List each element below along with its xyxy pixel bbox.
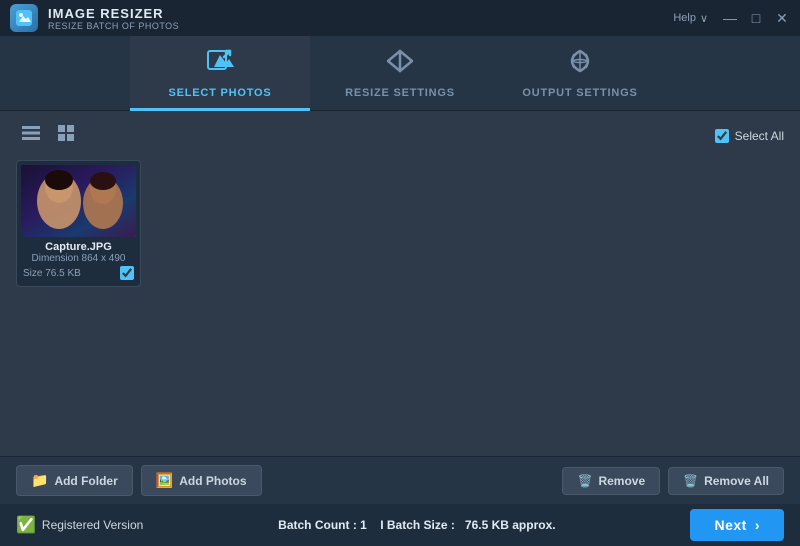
photo-size: Size 76.5 KB xyxy=(23,268,120,279)
photo-thumbnail: HINDI SONGS xyxy=(21,165,136,237)
help-button[interactable]: Help ∨ xyxy=(673,12,708,25)
remove-all-icon: 🗑️ xyxy=(683,474,698,488)
view-buttons xyxy=(16,121,80,150)
bottom-bar: 📁 Add Folder 🖼️ Add Photos 🗑️ Remove 🗑️ … xyxy=(0,456,800,504)
next-arrow-icon: › xyxy=(755,517,760,533)
app-icon xyxy=(10,4,38,32)
photo-checkbox-row: Size 76.5 KB xyxy=(23,266,134,280)
batch-sep-label: I Batch Size : xyxy=(380,518,455,532)
batch-size-value: 76.5 KB approx. xyxy=(465,518,556,532)
photo-dimension: Dimension 864 x 490 xyxy=(23,253,134,264)
minimize-button[interactable]: — xyxy=(722,10,738,27)
registered-label: Registered Version xyxy=(42,518,143,532)
select-photos-icon xyxy=(206,47,234,81)
app-title: IMAGE RESIZER xyxy=(48,6,179,21)
add-folder-icon: 📁 xyxy=(31,472,48,489)
batch-info: Batch Count : 1 I Batch Size : 76.5 KB a… xyxy=(278,518,555,532)
tab-select-photos-label: SELECT PHOTOS xyxy=(168,87,271,99)
grid-view-button[interactable] xyxy=(52,121,80,150)
remove-icon: 🗑️ xyxy=(577,474,592,488)
title-bar-left: IMAGE RESIZER RESIZE BATCH OF PHOTOS xyxy=(10,4,179,32)
photos-grid: HINDI SONGS xyxy=(16,160,784,446)
remove-label: Remove xyxy=(598,474,645,488)
add-folder-label: Add Folder xyxy=(54,474,117,488)
toolbar-row: Select All xyxy=(16,121,784,150)
status-bar: ✅ Registered Version Batch Count : 1 I B… xyxy=(0,504,800,546)
tab-output-settings[interactable]: OUTPUT SETTINGS xyxy=(490,36,670,111)
maximize-button[interactable]: □ xyxy=(748,10,764,27)
next-label: Next xyxy=(714,517,746,533)
close-button[interactable]: ✕ xyxy=(774,10,790,27)
registered-icon: ✅ xyxy=(16,515,36,535)
bottom-right-buttons: 🗑️ Remove 🗑️ Remove All xyxy=(562,467,784,495)
batch-count-label: Batch Count : xyxy=(278,518,357,532)
remove-button[interactable]: 🗑️ Remove xyxy=(562,467,660,495)
resize-settings-icon xyxy=(386,47,414,81)
main-content: Select All HINDI SONGS xyxy=(0,111,800,456)
select-all-checkbox[interactable] xyxy=(715,129,729,143)
tab-output-settings-label: OUTPUT SETTINGS xyxy=(522,87,637,99)
registered-version: ✅ Registered Version xyxy=(16,515,143,535)
batch-count-value: 1 xyxy=(360,518,367,532)
app-subtitle: RESIZE BATCH OF PHOTOS xyxy=(48,21,179,31)
add-photos-icon: 🖼️ xyxy=(156,472,173,489)
photo-name: Capture.JPG xyxy=(23,241,134,253)
remove-all-label: Remove All xyxy=(704,474,769,488)
remove-all-button[interactable]: 🗑️ Remove All xyxy=(668,467,784,495)
select-all-area: Select All xyxy=(715,129,784,143)
output-settings-icon xyxy=(566,47,594,81)
add-photos-label: Add Photos xyxy=(179,474,246,488)
tab-resize-settings[interactable]: RESIZE SETTINGS xyxy=(310,36,490,111)
title-text: IMAGE RESIZER RESIZE BATCH OF PHOTOS xyxy=(48,6,179,31)
list-view-button[interactable] xyxy=(16,121,46,150)
title-bar: IMAGE RESIZER RESIZE BATCH OF PHOTOS Hel… xyxy=(0,0,800,36)
tabs-bar: SELECT PHOTOS RESIZE SETTINGS OUTPUT SET… xyxy=(0,36,800,111)
window-controls: — □ ✕ xyxy=(722,10,790,27)
photo-item[interactable]: HINDI SONGS xyxy=(16,160,141,287)
select-all-label[interactable]: Select All xyxy=(735,129,784,143)
title-bar-right: Help ∨ — □ ✕ xyxy=(673,10,790,27)
add-photos-button[interactable]: 🖼️ Add Photos xyxy=(141,465,262,496)
tab-select-photos[interactable]: SELECT PHOTOS xyxy=(130,36,310,111)
bottom-left-buttons: 📁 Add Folder 🖼️ Add Photos xyxy=(16,465,262,496)
add-folder-button[interactable]: 📁 Add Folder xyxy=(16,465,133,496)
photo-checkbox[interactable] xyxy=(120,266,134,280)
photo-info: Capture.JPG Dimension 864 x 490 Size 76.… xyxy=(21,237,136,282)
tab-resize-settings-label: RESIZE SETTINGS xyxy=(345,87,455,99)
next-button[interactable]: Next › xyxy=(690,509,784,541)
